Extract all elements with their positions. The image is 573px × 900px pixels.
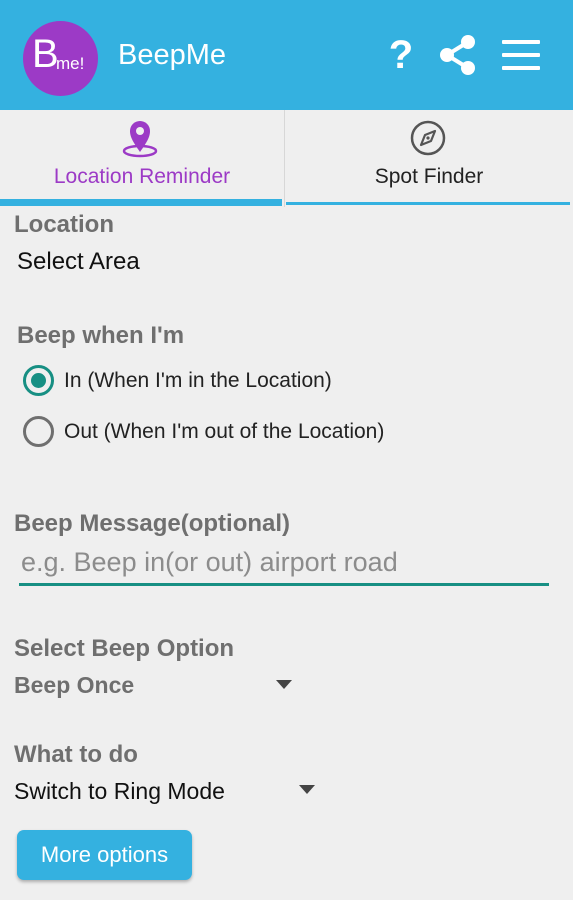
share-icon[interactable]: [437, 34, 479, 76]
radio-in-label[interactable]: In (When I'm in the Location): [64, 368, 332, 394]
beep-when-label: Beep when I'm: [17, 322, 185, 349]
beep-option-spinner[interactable]: Beep Once: [14, 671, 134, 699]
radio-out[interactable]: [23, 416, 54, 447]
compass-icon: [408, 118, 448, 158]
beep-message-label: Beep Message(optional): [14, 510, 291, 537]
radio-out-label[interactable]: Out (When I'm out of the Location): [64, 419, 384, 445]
what-to-do-label: What to do: [14, 741, 138, 768]
select-area-field[interactable]: Select Area: [17, 248, 140, 276]
tab-location-reminder[interactable]: Location Reminder: [0, 110, 284, 207]
app-title: BeepMe: [118, 39, 227, 71]
tab-spot-finder[interactable]: Spot Finder: [284, 110, 573, 207]
chevron-down-icon[interactable]: [299, 785, 315, 794]
tab-label: Spot Finder: [374, 165, 484, 188]
chevron-down-icon[interactable]: [276, 680, 292, 689]
location-pin-icon: [120, 118, 160, 158]
more-options-button[interactable]: More options: [17, 830, 192, 880]
logo-suffix: me!: [56, 54, 85, 73]
selected-tab-indicator: [0, 199, 282, 206]
app-logo: B me!: [23, 21, 98, 96]
tab-label: Location Reminder: [53, 165, 231, 188]
app-bar: B me! BeepMe ?: [0, 0, 573, 110]
beep-message-input[interactable]: [19, 542, 549, 586]
radio-in[interactable]: [23, 365, 54, 396]
logo-letter: B: [32, 32, 59, 76]
what-to-do-spinner[interactable]: Switch to Ring Mode: [14, 777, 225, 805]
tab-bar: Location Reminder Spot Finder: [0, 110, 573, 207]
beep-option-label: Select Beep Option: [14, 635, 235, 662]
location-label: Location: [14, 211, 114, 238]
reminder-form: Location Select Area Beep when I'm In (W…: [0, 207, 573, 900]
question-mark-icon[interactable]: ?: [386, 33, 416, 77]
tab-underline: [286, 202, 570, 205]
hamburger-menu-icon[interactable]: [502, 40, 542, 70]
